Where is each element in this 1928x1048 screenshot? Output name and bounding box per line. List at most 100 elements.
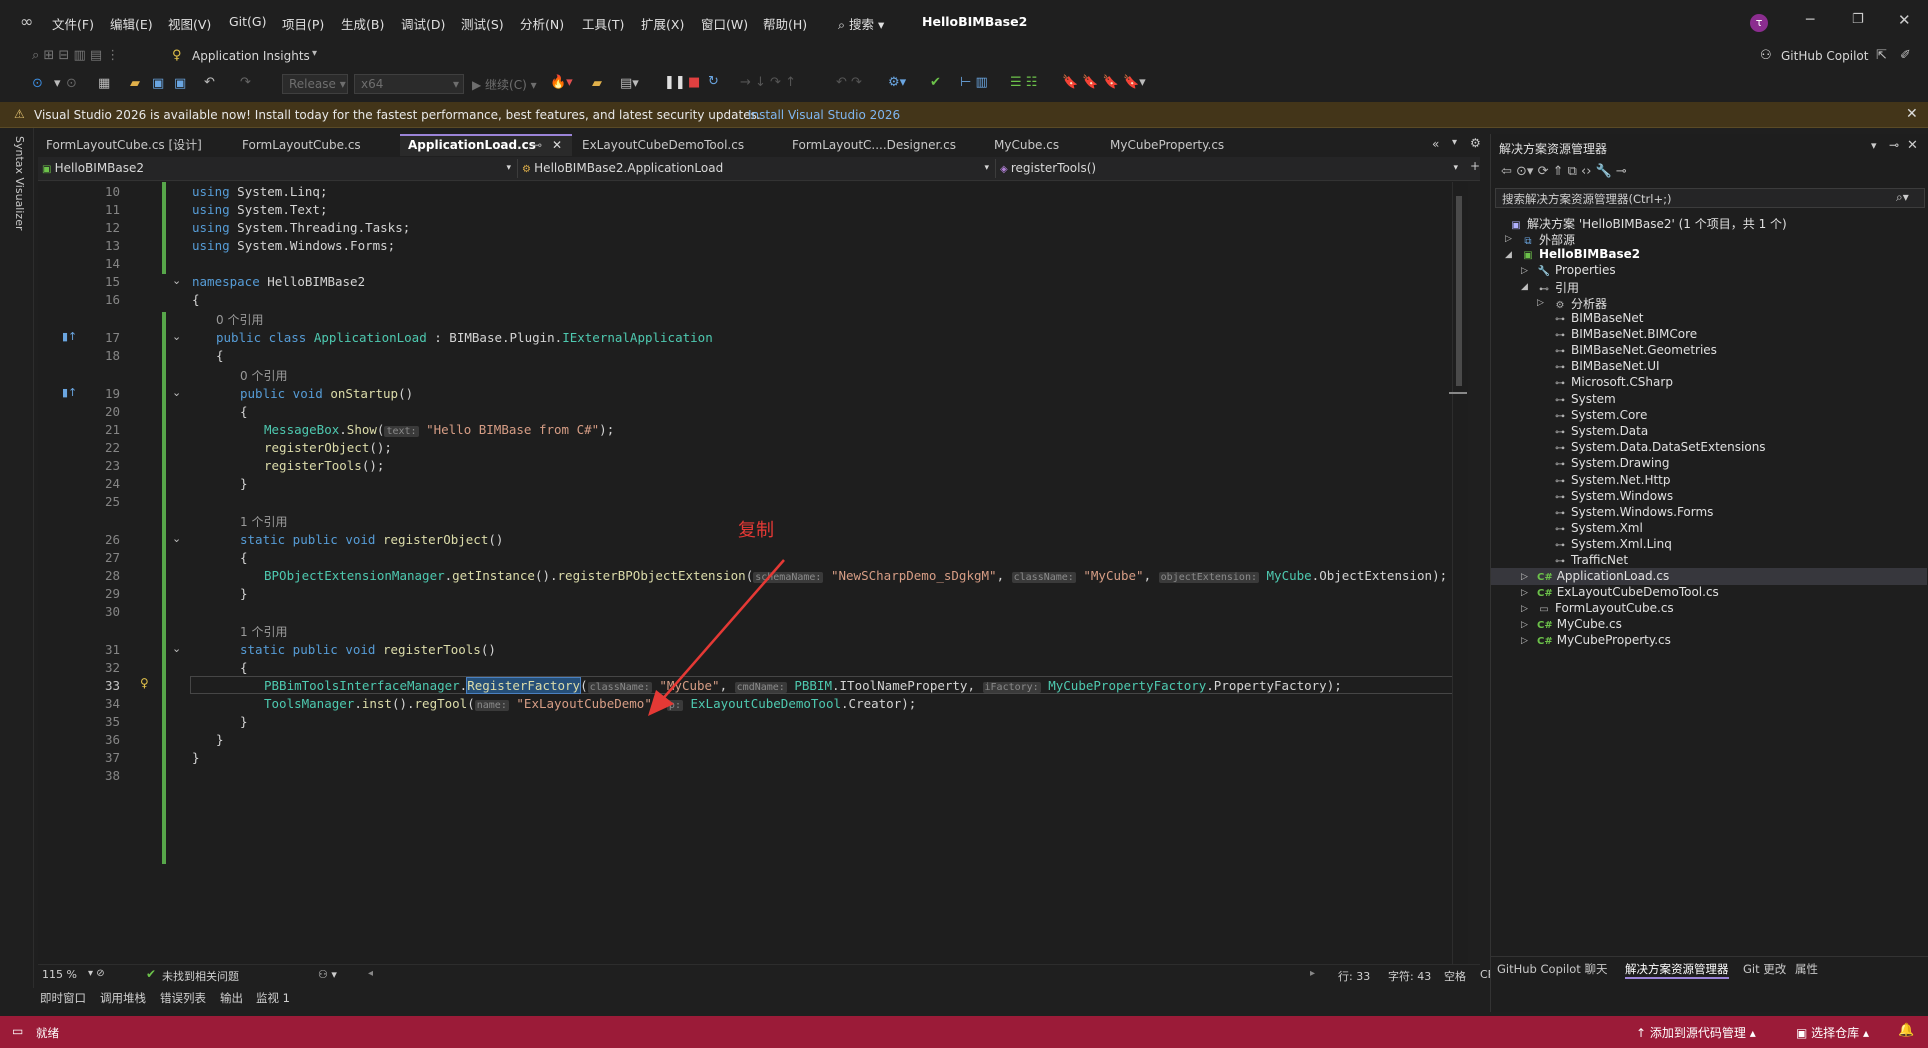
whitespace-mode[interactable]: 空格 [1444, 968, 1466, 984]
reference-count[interactable]: 1 个引用 [240, 623, 287, 640]
tree-reference-item[interactable]: ⊶ BIMBaseNet.BIMCore [1553, 327, 1697, 341]
expand-arrow-icon[interactable]: ▷ [1521, 604, 1528, 614]
zoom-level[interactable]: 115 % [42, 968, 77, 981]
tree-reference-item[interactable]: ⊶ BIMBaseNet.Geometries [1553, 343, 1717, 357]
notification-icon[interactable]: ▭ [12, 1024, 23, 1038]
fold-chevron-icon[interactable]: ⌄ [172, 386, 184, 399]
reference-count[interactable]: 1 个引用 [240, 513, 287, 530]
redo-icon[interactable]: ↷ [240, 75, 251, 90]
tab-output[interactable]: 输出 [220, 990, 243, 1006]
fold-chevron-icon[interactable]: ⌄ [172, 642, 184, 655]
toolbar-misc-icons[interactable]: ⌕ ⊞ ⊟ ▥ ▤ ⋮ [32, 48, 119, 63]
tree-solution-root[interactable]: ▣ 解决方案 'HelloBIMBase2' (1 个项目，共 1 个) [1509, 215, 1786, 232]
continue-button[interactable]: ▶ 继续(C) ▾ [472, 76, 537, 93]
close-info-icon[interactable]: ✕ [1906, 106, 1918, 122]
menu-git[interactable]: Git(G) [229, 14, 267, 29]
tree-file-item[interactable]: ▭ FormLayoutCube.cs [1537, 601, 1673, 615]
install-link[interactable]: Install Visual Studio 2026 [748, 108, 900, 122]
project-dropdown[interactable]: ▣ HelloBIMBase2 ▾ [42, 159, 518, 178]
fold-chevron-icon[interactable]: ⌄ [172, 330, 184, 343]
solution-toolbar-icons[interactable]: ⇦ ⊙▾ ⟳ ⇑ ⧉ ‹› 🔧 ⊸ [1501, 164, 1627, 179]
tab-immediate[interactable]: 即时窗口 [40, 990, 86, 1006]
new-project-icon[interactable]: ▦ [98, 76, 110, 91]
scroll-left-icon[interactable]: ◂ [368, 968, 373, 979]
implements-icon[interactable]: ▮↑ [62, 386, 77, 399]
expand-arrow-icon[interactable]: ▷ [1537, 298, 1544, 308]
tab-mycube[interactable]: MyCube.cs [986, 134, 1100, 156]
minimize-button[interactable]: ─ [1806, 12, 1814, 28]
issues-status[interactable]: 未找到相关问题 [162, 968, 239, 984]
tab-properties[interactable]: 属性 [1795, 961, 1818, 977]
vertical-scrollbar[interactable] [1449, 182, 1467, 964]
github-copilot-button[interactable]: GitHub Copilot [1781, 49, 1868, 63]
chevron-down-icon[interactable]: ▾ [312, 48, 317, 59]
reference-count[interactable]: 0 个引用 [216, 311, 263, 328]
reference-count[interactable]: 0 个引用 [240, 367, 287, 384]
menu-view[interactable]: 视图(V) [168, 14, 211, 33]
tree-file-item[interactable]: C# MyCubeProperty.cs [1537, 633, 1671, 647]
tab-exlayoutcubedemotool[interactable]: ExLayoutCubeDemoTool.cs [574, 134, 784, 156]
restore-button[interactable]: ❐ [1852, 12, 1864, 27]
tree-reference-item[interactable]: ⊶ System.Data [1553, 424, 1648, 438]
scroll-right-icon[interactable]: ▸ [1310, 968, 1315, 979]
cursor-column[interactable]: 字符: 43 [1388, 968, 1431, 984]
tree-references[interactable]: ⊷ 引用 [1537, 279, 1579, 296]
tree-file-item[interactable]: C# ExLayoutCubeDemoTool.cs [1537, 585, 1719, 599]
search-button[interactable]: ⌕ 搜索 ▾ [838, 14, 884, 33]
tools-icon[interactable]: ⚙▾ [888, 75, 906, 90]
menu-edit[interactable]: 编辑(E) [110, 14, 153, 33]
tree-external-sources[interactable]: ⧉ 外部源 [1521, 231, 1575, 248]
tab-git-changes[interactable]: Git 更改 [1743, 961, 1786, 977]
menu-tools[interactable]: 工具(T) [582, 14, 624, 33]
share-icon[interactable]: ⇱ [1876, 48, 1887, 63]
tree-reference-item[interactable]: ⊶ BIMBaseNet.UI [1553, 359, 1660, 373]
feedback-icon[interactable]: ✐ [1900, 48, 1911, 63]
panel-dropdown-icon[interactable]: ▾ [1871, 139, 1877, 152]
check-icon[interactable]: ✔ [930, 75, 941, 90]
dropdown-icon[interactable]: ▾ [54, 76, 61, 91]
implements-icon[interactable]: ▮↑ [62, 330, 77, 343]
menu-debug[interactable]: 调试(D) [401, 14, 445, 33]
pause-icon[interactable]: ❚❚ [664, 75, 686, 90]
expand-arrow-icon[interactable]: ▷ [1521, 588, 1528, 598]
tree-reference-item[interactable]: ⊶ System.Data.DataSetExtensions [1553, 440, 1766, 454]
tree-reference-item[interactable]: ⊶ System [1553, 392, 1616, 406]
folder-icon[interactable]: ▰ [592, 76, 602, 91]
close-window-button[interactable]: ✕ [1898, 11, 1911, 29]
menu-file[interactable]: 文件(F) [52, 14, 94, 33]
tree-reference-item[interactable]: ⊶ System.Net.Http [1553, 473, 1671, 487]
fold-chevron-icon[interactable]: ⌄ [172, 274, 184, 287]
pin-panel-icon[interactable]: ⊸ [1889, 138, 1899, 152]
configuration-select[interactable]: Release ▾ [282, 74, 348, 94]
forward-icon[interactable]: ⊙ [66, 76, 77, 91]
tree-reference-item[interactable]: ⊶ System.Xml [1553, 521, 1643, 535]
close-tab-icon[interactable]: ✕ [552, 136, 562, 155]
tree-reference-item[interactable]: ⊶ System.Windows.Forms [1553, 505, 1713, 519]
lightbulb-icon[interactable]: ♀ [140, 676, 149, 690]
tree-file-item[interactable]: C# MyCube.cs [1537, 617, 1622, 631]
pin-icon[interactable]: ⊸ [532, 136, 542, 155]
comment-icons[interactable]: ☰ ☷ [1010, 75, 1037, 90]
step-icons[interactable]: → ↓ ↷ ↑ [740, 75, 796, 90]
menu-test[interactable]: 测试(S) [461, 14, 504, 33]
add-source-control-button[interactable]: ↑ 添加到源代码管理 ▴ [1636, 1024, 1756, 1041]
menu-window[interactable]: 窗口(W) [701, 14, 748, 33]
solution-search-input[interactable]: 搜索解决方案资源管理器(Ctrl+;) ⌕▾ [1495, 188, 1925, 208]
save-icon[interactable]: ▣ [152, 76, 164, 91]
zoom-dropdown-icon[interactable]: ▾ ⊘ [88, 968, 105, 979]
notifications-bell-icon[interactable]: 🔔 [1898, 1023, 1914, 1038]
save-all-icon[interactable]: ▣ [174, 76, 186, 91]
back-icon[interactable]: ⊙ [32, 76, 43, 91]
tree-reference-item[interactable]: ⊶ TrafficNet [1553, 553, 1628, 567]
cleanup-icon[interactable]: ⚇ ▾ [318, 968, 337, 981]
fold-chevron-icon[interactable]: ⌄ [172, 532, 184, 545]
tree-reference-item[interactable]: ⊶ Microsoft.CSharp [1553, 375, 1673, 389]
tab-mycubeproperty[interactable]: MyCubeProperty.cs [1102, 134, 1302, 156]
tab-copilot-chat[interactable]: GitHub Copilot 聊天 [1497, 961, 1607, 977]
tree-reference-item[interactable]: ⊶ System.Core [1553, 408, 1647, 422]
syntax-visualizer-tab[interactable]: Syntax Visualizer [13, 136, 26, 230]
platform-select[interactable]: x64 ▾ [354, 74, 464, 94]
tab-overflow-icon[interactable]: « [1432, 137, 1439, 151]
bookmark-icons[interactable]: 🔖 🔖 🔖 🔖▾ [1062, 75, 1146, 90]
collapse-arrow-icon[interactable]: ◢ [1505, 250, 1512, 260]
